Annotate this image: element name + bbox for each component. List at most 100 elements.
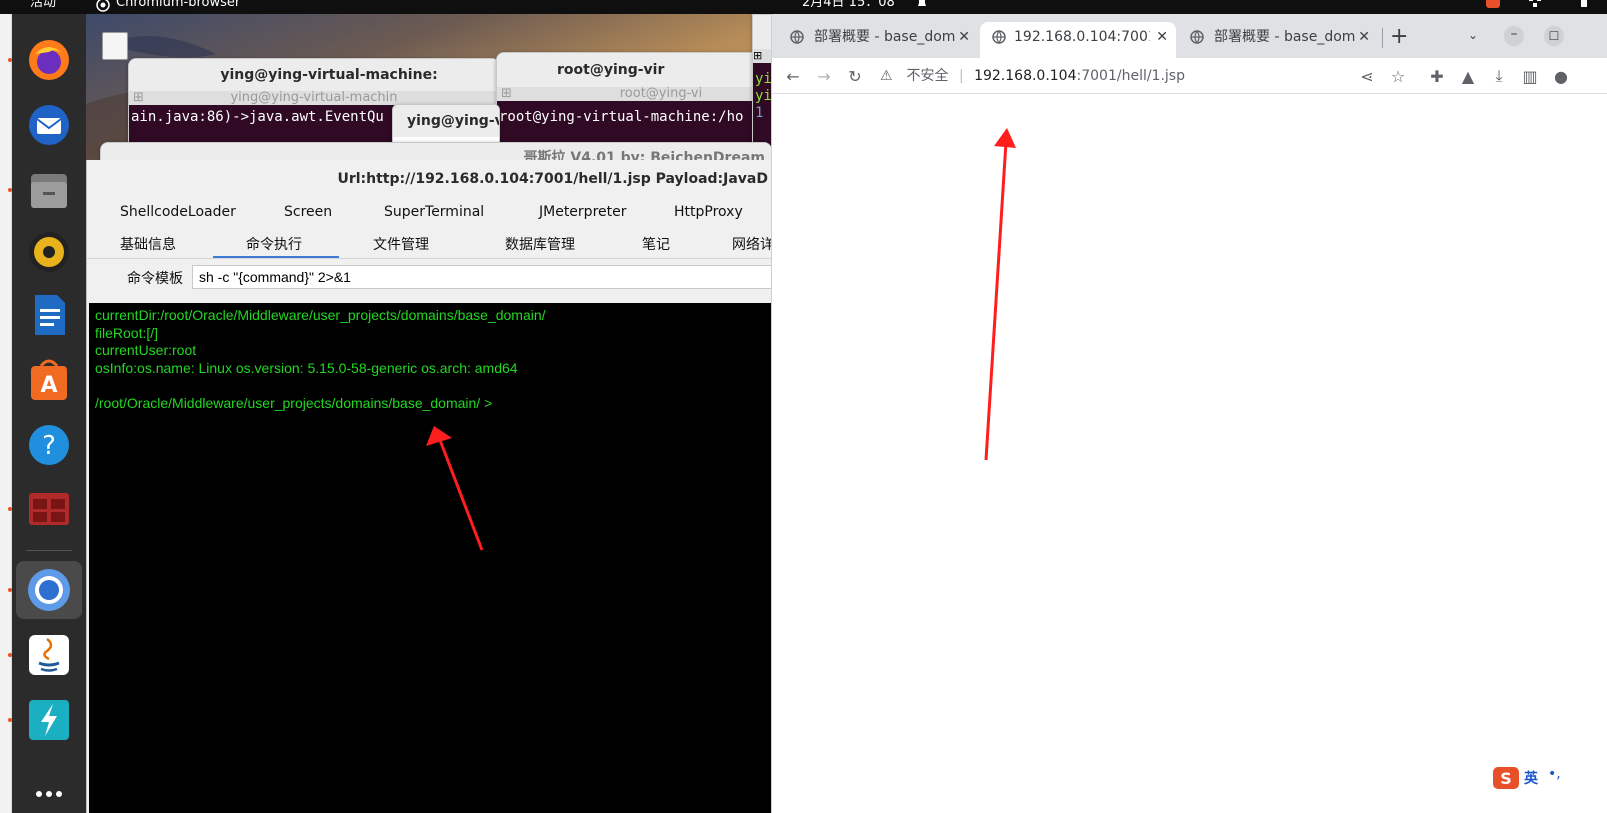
tab-superterminal[interactable]: SuperTerminal: [384, 204, 484, 220]
ime-indicator[interactable]: S 英 •,: [1492, 766, 1607, 792]
url-host[interactable]: 192.168.0.104: [974, 68, 1076, 84]
browser-tab[interactable]: 部署概要 - base_dom ✕: [1178, 22, 1378, 58]
security-label[interactable]: 不安全: [906, 68, 948, 84]
globe-icon: [790, 30, 804, 44]
main-tabs: 基础信息 命令执行 文件管理 数据库管理 笔记 网络详: [87, 228, 774, 258]
running-indicator: [8, 588, 12, 592]
firefox-icon[interactable]: [8, 31, 82, 89]
svg-text:?: ?: [42, 431, 56, 461]
dock: A ?: [8, 14, 86, 813]
tab-httpproxy[interactable]: HttpProxy: [674, 204, 743, 220]
split-icon[interactable]: ⊞: [501, 87, 512, 101]
url-path[interactable]: :7001/hell/1.jsp: [1077, 68, 1185, 84]
bookmark-star-icon[interactable]: ☆: [1387, 65, 1409, 87]
maximize-icon[interactable]: ☐: [1544, 26, 1564, 46]
minimize-icon[interactable]: –: [1504, 26, 1524, 46]
godzilla-window[interactable]: Url:http://192.168.0.104:7001/hell/1.jsp…: [86, 160, 782, 813]
svg-text:A: A: [40, 373, 57, 398]
files-icon[interactable]: [8, 161, 82, 219]
profile-icon[interactable]: ●: [1550, 65, 1572, 87]
forward-icon[interactable]: →: [813, 65, 835, 87]
terminal-window-2[interactable]: root@ying-vir ⊞ root@ying-vi root@ying-v…: [496, 52, 766, 150]
tab-screen[interactable]: Screen: [284, 204, 332, 220]
power-icon[interactable]: [1578, 0, 1590, 11]
ime-punct-icon[interactable]: •,: [1548, 766, 1561, 782]
java-icon[interactable]: [8, 626, 82, 684]
close-tab-icon[interactable]: ✕: [1358, 22, 1370, 52]
sogou-tray-icon[interactable]: [1486, 0, 1500, 11]
new-tab-icon[interactable]: +: [1390, 24, 1408, 49]
tab-database-manager[interactable]: 数据库管理: [505, 234, 575, 254]
labs-icon[interactable]: ▲: [1457, 65, 1479, 87]
running-indicator: [8, 188, 12, 192]
clock[interactable]: 2月4日 15：08: [802, 0, 895, 9]
globe-icon: [992, 30, 1006, 44]
terminal-title[interactable]: ying@ying-vi: [393, 105, 499, 137]
top-bar: 活动 Chromium-browser 2月4日 15：08: [0, 0, 1607, 14]
browser-tab-active[interactable]: 192.168.0.104:7001/l ✕: [980, 22, 1176, 58]
share-icon[interactable]: ⋖: [1356, 65, 1378, 87]
running-indicator: [8, 58, 12, 62]
apps-grid-icon[interactable]: [16, 755, 82, 813]
tab-network[interactable]: 网络详: [732, 234, 774, 254]
dock-separator: [26, 550, 72, 551]
tab-basic-info[interactable]: 基础信息: [120, 234, 176, 254]
extensions-icon[interactable]: ✚: [1426, 65, 1448, 87]
browser-tab[interactable]: 部署概要 - base_dom ✕: [778, 22, 978, 58]
writer-icon[interactable]: [16, 286, 82, 344]
console-line: fileRoot:[/]: [95, 324, 159, 341]
command-template-label: 命令模板: [127, 271, 183, 287]
console-line: currentUser:root: [95, 342, 197, 358]
window-title[interactable]: Url:http://192.168.0.104:7001/hell/1.jsp…: [87, 160, 772, 198]
download-icon[interactable]: ⤓: [1488, 65, 1510, 87]
tab-notes[interactable]: 笔记: [642, 234, 670, 254]
split-icon[interactable]: ⊞: [133, 91, 144, 105]
alarm-icon: [916, 0, 928, 11]
reload-icon[interactable]: ↻: [844, 65, 866, 87]
back-icon[interactable]: ←: [782, 65, 804, 87]
console-line: currentDir:/root/Oracle/Middleware/user_…: [95, 307, 546, 323]
side-panel-icon[interactable]: ▥: [1519, 65, 1541, 87]
globe-icon: [1190, 30, 1204, 44]
desktop-file-icon[interactable]: [102, 32, 128, 60]
plugin-tabs: ShellcodeLoader Screen SuperTerminal JMe…: [87, 198, 772, 228]
close-tab-icon[interactable]: ✕: [1156, 22, 1168, 52]
console-prompt: /root/Oracle/Middleware/user_projects/do…: [95, 394, 493, 411]
terminal-subtitle: ⊞ ying@ying-virtual-machin: [129, 91, 499, 105]
tab-strip: 部署概要 - base_dom ✕ 192.168.0.104:7001/l ✕…: [772, 14, 1607, 58]
split-icon[interactable]: ⊞: [753, 49, 771, 63]
running-indicator: [8, 507, 12, 511]
warning-icon[interactable]: ⚠: [880, 61, 902, 91]
terminal-title[interactable]: root@ying-vir: [497, 53, 765, 87]
thunderbird-icon[interactable]: [16, 96, 82, 154]
chromium-window[interactable]: 部署概要 - base_dom ✕ 192.168.0.104:7001/l ✕…: [771, 14, 1607, 813]
help-icon[interactable]: ?: [16, 416, 82, 474]
tab-search-icon[interactable]: ⌄: [1468, 28, 1478, 42]
terminal-window-3[interactable]: ying@ying-vi: [392, 104, 500, 144]
rhythmbox-icon[interactable]: [16, 223, 82, 281]
tab-command-exec[interactable]: 命令执行: [246, 234, 302, 254]
running-indicator: [8, 653, 12, 657]
page-content: [772, 94, 1607, 813]
browser-toolbar: ← → ↻ ⚠ 不安全 | 192.168.0.104:7001/hell/1.…: [772, 58, 1607, 94]
svg-text:S: S: [1500, 769, 1512, 788]
activities-button[interactable]: 活动: [30, 0, 56, 9]
terminal-app-icon[interactable]: [8, 480, 82, 538]
network-icon[interactable]: [1528, 0, 1542, 11]
command-template-input[interactable]: sh -c "{command}" 2>&1: [192, 265, 782, 289]
command-console[interactable]: currentDir:/root/Oracle/Middleware/user_…: [89, 303, 773, 813]
terminal-title[interactable]: ying@ying-virtual-machine:: [129, 59, 499, 91]
chromium-icon[interactable]: [8, 561, 82, 619]
chromium-app-menu-icon: [96, 0, 110, 14]
command-template-row: 命令模板 sh -c "{command}" 2>&1: [87, 258, 782, 304]
app-menu-label[interactable]: Chromium-browser: [116, 0, 240, 9]
tab-jmeterpreter[interactable]: JMeterpreter: [539, 204, 627, 220]
console-line: osInfo:os.name: Linux os.version: 5.15.0…: [95, 359, 518, 376]
tab-file-manager[interactable]: 文件管理: [373, 234, 429, 254]
software-icon[interactable]: A: [16, 351, 82, 409]
electron-app-icon[interactable]: [8, 691, 82, 749]
close-tab-icon[interactable]: ✕: [958, 22, 970, 52]
ime-lang[interactable]: 英: [1524, 768, 1538, 788]
tab-shellcodeloader[interactable]: ShellcodeLoader: [120, 204, 236, 220]
